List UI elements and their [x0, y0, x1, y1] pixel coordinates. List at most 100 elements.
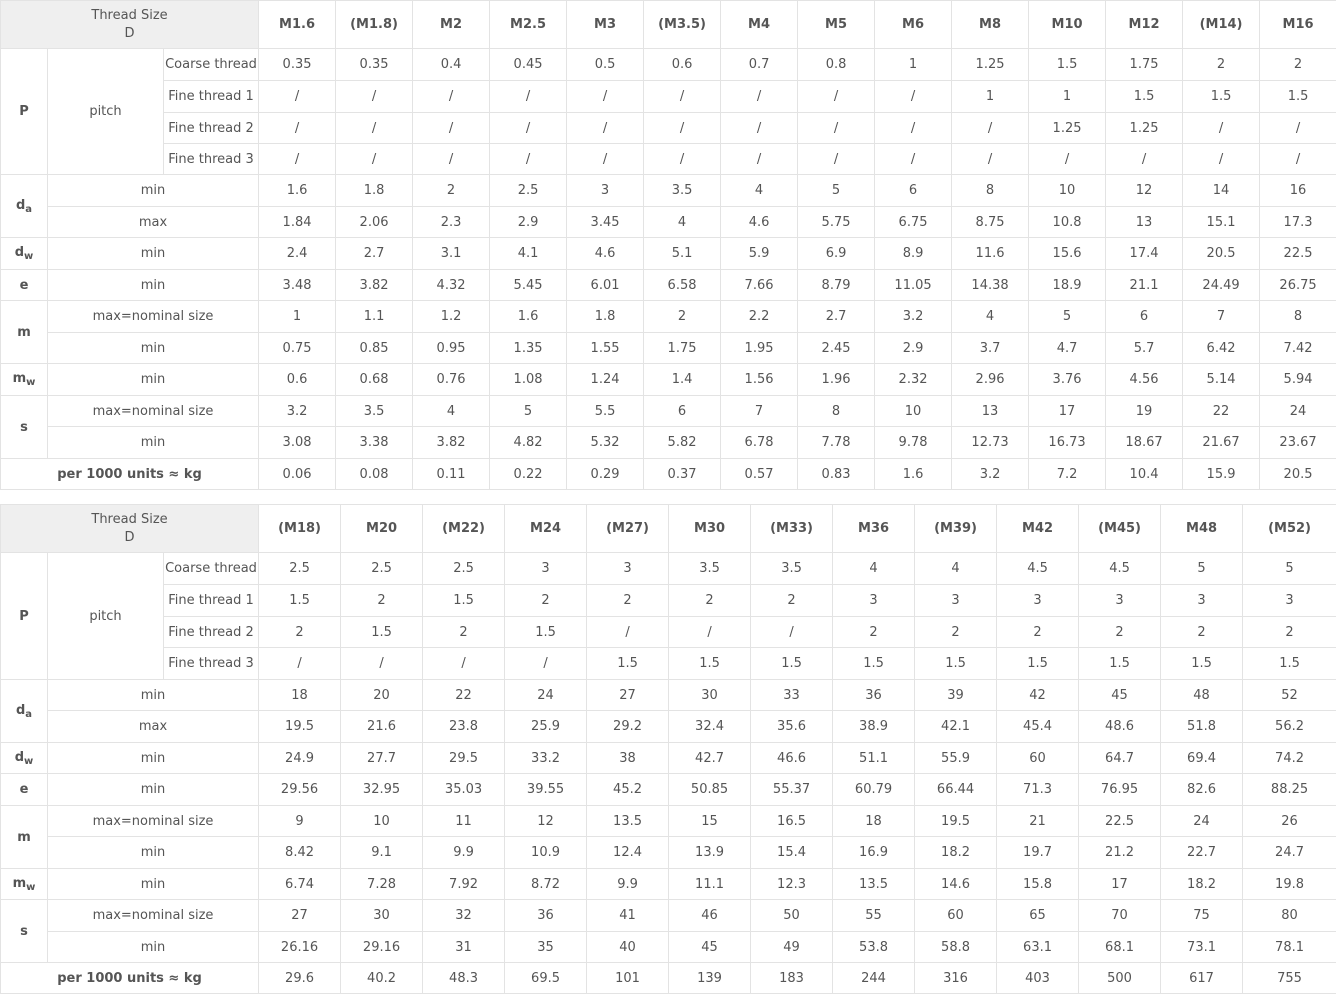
- value-cell: 0.85: [335, 332, 414, 364]
- symbol-P: P: [0, 48, 48, 175]
- size-header: M8: [951, 0, 1030, 49]
- value-cell: 45.4: [996, 710, 1080, 743]
- table-row: min 8.42 9.1 9.9 10.9 12.4 13.9 15.4 16.9 18.2 19.…: [1, 836, 1336, 869]
- value-cell: 1.5: [668, 647, 752, 680]
- value-cell: 29.56: [258, 773, 342, 806]
- value-cell: 19.7: [996, 836, 1080, 869]
- value-cell: 8.42: [258, 836, 342, 869]
- value-cell: 55.9: [914, 742, 998, 774]
- value-cell: 2.9: [489, 206, 568, 238]
- size-header: M42: [996, 504, 1080, 553]
- value-cell: 13.9: [668, 836, 752, 869]
- value-cell: 75: [1160, 899, 1244, 932]
- value-cell: /: [643, 80, 722, 113]
- value-cell: 0.95: [412, 332, 491, 364]
- value-cell: /: [258, 80, 337, 113]
- min-label: min: [46, 426, 260, 459]
- value-cell: /: [720, 112, 799, 144]
- value-cell: 1.84: [258, 206, 337, 238]
- size-header: (M14): [1182, 0, 1261, 49]
- value-cell: 3.38: [335, 426, 414, 459]
- value-cell: 21.2: [1078, 836, 1162, 869]
- table-row: per 1000 units ≈ kg 29.6 40.2 48.3 69.5 101 13…: [0, 962, 1336, 994]
- value-cell: 30: [668, 679, 752, 711]
- value-cell: 88.25: [1242, 773, 1336, 806]
- value-cell: 50: [750, 899, 834, 932]
- value-cell: 0.11: [412, 458, 491, 490]
- size-header: M10: [1028, 0, 1107, 49]
- value-cell: 3.5: [668, 552, 752, 585]
- symbol-mw-main: m: [12, 875, 27, 891]
- value-cell: 41: [586, 899, 670, 932]
- value-cell: 4.7: [1028, 332, 1107, 364]
- value-cell: 0.76: [412, 363, 491, 396]
- symbol-P: P: [0, 552, 48, 680]
- dimension-table-1: Thread Size D M1.6 (M1.8) M2 M2.5 M3 (M3.5) M4 M5…: [0, 0, 1336, 490]
- table-row: per 1000 units ≈ kg 0.06 0.08 0.11 0.22 0.29 0…: [0, 458, 1336, 490]
- table-row: Fine thread 2// / / / / / / //1.25 1.25//: [1, 112, 1336, 144]
- value-cell: 2: [750, 584, 834, 617]
- value-cell: /: [489, 112, 568, 144]
- value-cell: 69.4: [1160, 742, 1244, 774]
- value-cell: 10.4: [1105, 458, 1184, 490]
- value-cell: 6.78: [720, 426, 799, 459]
- max-label: max: [46, 710, 260, 743]
- table-row: min 3.08 3.38 3.82 4.82 5.32 5.82 6.78 7.78 9.78 1…: [1, 426, 1336, 459]
- symbol-dw: dw: [0, 742, 48, 774]
- value-cell: 33.2: [504, 742, 588, 774]
- value-cell: 5.14: [1182, 363, 1261, 396]
- value-cell: 24.49: [1182, 269, 1261, 301]
- value-cell: 29.2: [586, 710, 670, 743]
- thread-size-header: Thread Size D: [0, 504, 260, 553]
- value-cell: 21.6: [340, 710, 424, 743]
- value-cell: 1.25: [1105, 112, 1184, 144]
- value-cell: 1: [951, 80, 1030, 113]
- value-cell: 36: [504, 899, 588, 932]
- value-cell: 2: [412, 174, 491, 207]
- value-cell: 4.56: [1105, 363, 1184, 396]
- value-cell: 66.44: [914, 773, 998, 806]
- value-cell: 2.06: [335, 206, 414, 238]
- value-cell: 12.4: [586, 836, 670, 869]
- table-row: Fine thread 1// / / / / / //1 1 1.5 1.5 1.5: [1, 80, 1336, 113]
- min-label: min: [46, 773, 260, 806]
- value-cell: 35.6: [750, 710, 834, 743]
- value-cell: 3.5: [750, 552, 834, 585]
- table-row: dw min 24.9 27.7 29.5 33.2 38 42.7 46.6 51.1 55.9 6…: [0, 742, 1336, 774]
- value-cell: 8.72: [504, 868, 588, 900]
- size-header: M5: [797, 0, 876, 49]
- size-header: (M22): [422, 504, 506, 553]
- value-cell: 20: [340, 679, 424, 711]
- value-cell: 4: [720, 174, 799, 207]
- value-cell: 2.2: [720, 300, 799, 333]
- value-cell: 46: [668, 899, 752, 932]
- value-cell: 52: [1242, 679, 1336, 711]
- value-cell: 19.8: [1242, 868, 1336, 900]
- value-cell: 15.8: [996, 868, 1080, 900]
- value-cell: 49: [750, 931, 834, 963]
- value-cell: 6.74: [258, 868, 342, 900]
- value-cell: 14.6: [914, 868, 998, 900]
- value-cell: 1.75: [1105, 48, 1184, 81]
- value-cell: 33: [750, 679, 834, 711]
- value-cell: 4: [643, 206, 722, 238]
- value-cell: 12.73: [951, 426, 1030, 459]
- symbol-da-main: d: [15, 197, 26, 213]
- header-row: Thread Size D M1.6 (M1.8) M2 M2.5 M3 (M3.5) M4 M5…: [0, 0, 1336, 49]
- value-cell: 53.8: [832, 931, 916, 963]
- value-cell: 0.08: [335, 458, 414, 490]
- value-cell: 2.96: [951, 363, 1030, 396]
- value-cell: 1: [1028, 80, 1107, 113]
- value-cell: 316: [914, 962, 998, 994]
- value-cell: 0.4: [412, 48, 491, 81]
- value-cell: 8: [797, 395, 876, 427]
- value-cell: 11.05: [874, 269, 953, 301]
- value-cell: 13.5: [586, 805, 670, 837]
- value-cell: 22: [422, 679, 506, 711]
- value-cell: 1.6: [258, 174, 337, 207]
- max-nominal-label: max=nominal size: [46, 805, 260, 837]
- value-cell: 17.3: [1259, 206, 1336, 238]
- value-cell: 26.75: [1259, 269, 1336, 301]
- size-header: M30: [668, 504, 752, 553]
- value-cell: 25.9: [504, 710, 588, 743]
